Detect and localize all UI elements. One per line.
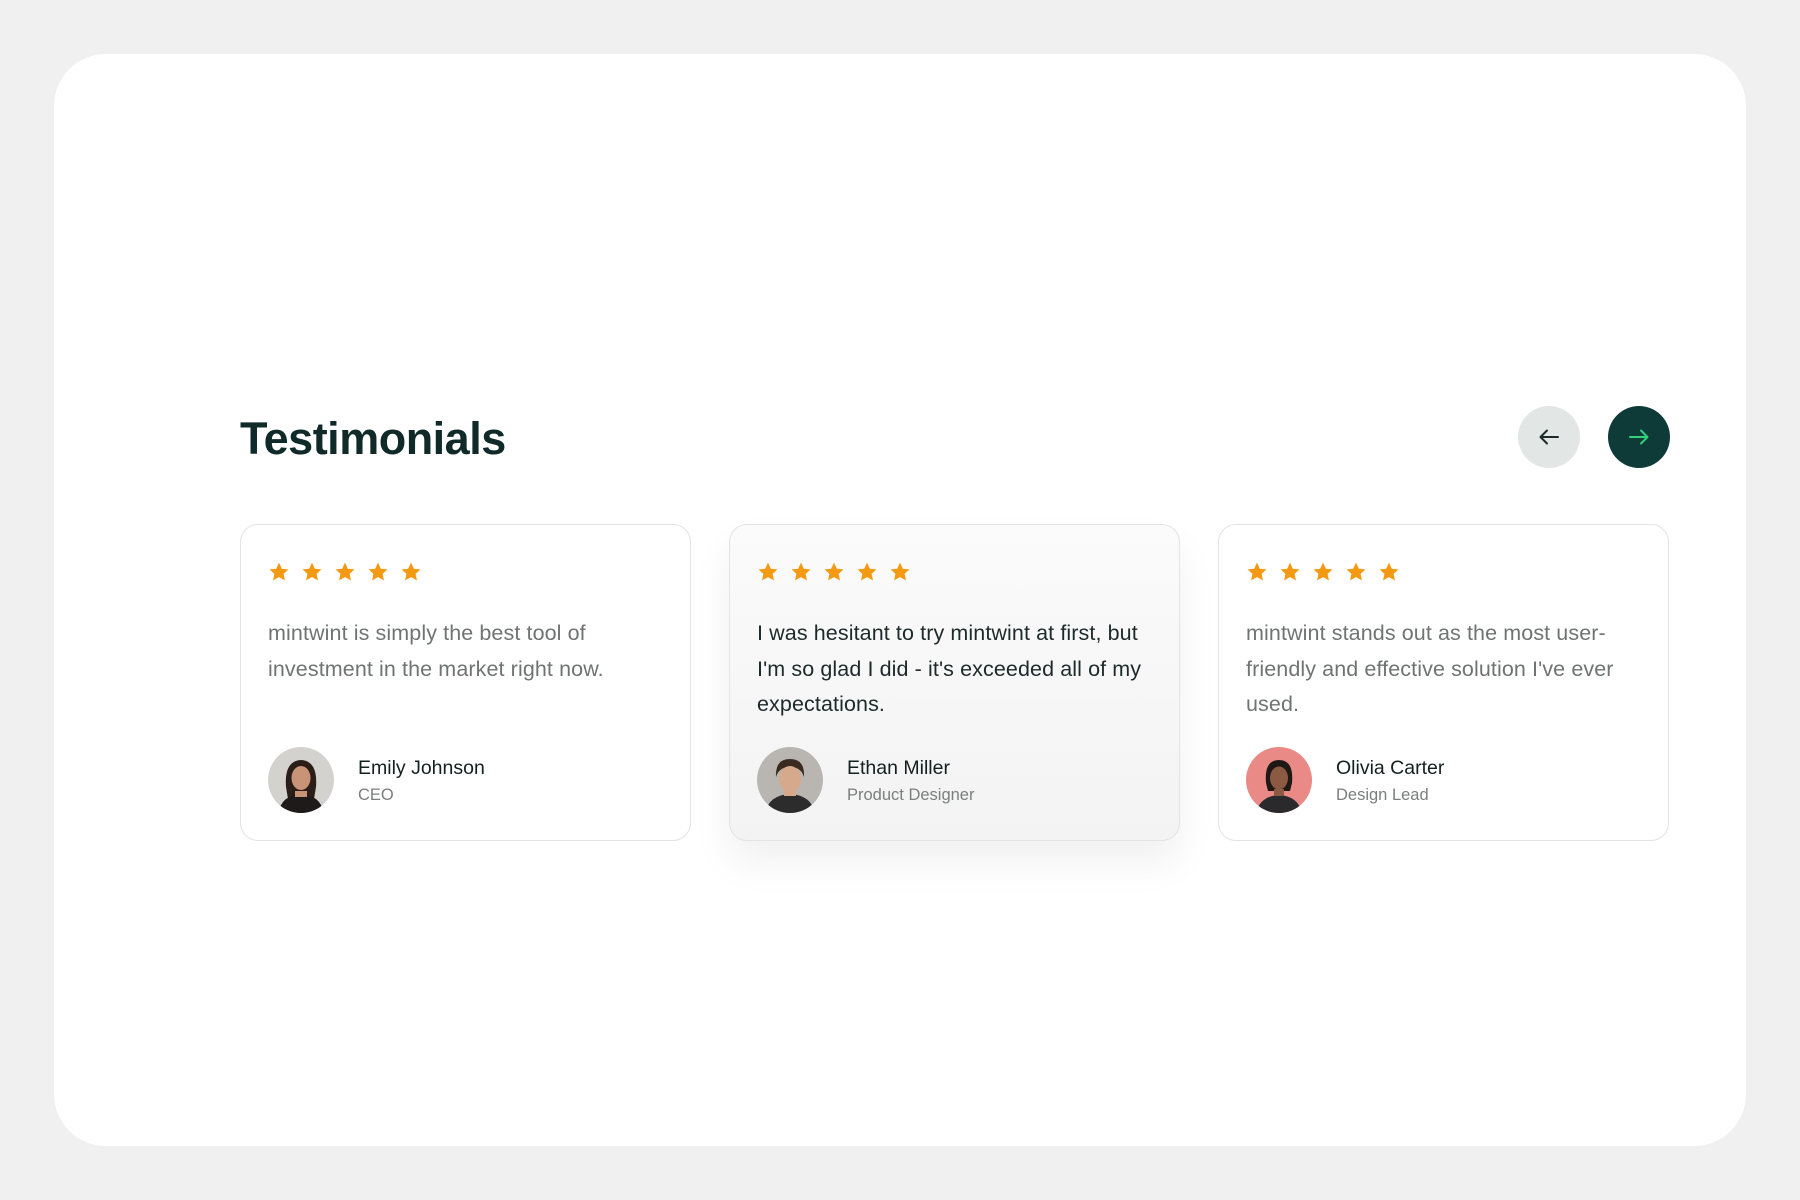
star-rating	[268, 561, 663, 583]
page-frame: Testimonials mintwint is simply the best…	[54, 54, 1746, 1146]
star-icon	[889, 561, 911, 583]
arrow-left-icon	[1539, 429, 1559, 445]
avatar	[757, 747, 823, 813]
testimonial-quote: mintwint stands out as the most user-fri…	[1246, 621, 1614, 716]
testimonial-author: Olivia Carter Design Lead	[1246, 747, 1444, 813]
star-icon	[1378, 561, 1400, 583]
star-icon	[301, 561, 323, 583]
author-name: Emily Johnson	[358, 756, 485, 779]
star-icon	[268, 561, 290, 583]
testimonial-author: Emily Johnson CEO	[268, 747, 485, 813]
star-rating	[1246, 561, 1641, 583]
section-title: Testimonials	[240, 413, 506, 464]
star-icon	[1312, 561, 1334, 583]
avatar	[268, 747, 334, 813]
star-icon	[790, 561, 812, 583]
author-role: Product Designer	[847, 785, 975, 804]
star-icon	[367, 561, 389, 583]
star-icon	[757, 561, 779, 583]
avatar	[1246, 747, 1312, 813]
author-role: CEO	[358, 785, 394, 804]
section-header: Testimonials	[240, 406, 1670, 468]
testimonial-quote: mintwint is simply the best tool of inve…	[268, 621, 604, 681]
star-icon	[334, 561, 356, 583]
testimonials-section: Testimonials mintwint is simply the best…	[240, 406, 1670, 841]
author-role: Design Lead	[1336, 785, 1429, 804]
testimonial-cards: mintwint is simply the best tool of inve…	[240, 524, 1669, 841]
star-icon	[1345, 561, 1367, 583]
star-icon	[1279, 561, 1301, 583]
next-button[interactable]	[1608, 406, 1670, 468]
star-icon	[1246, 561, 1268, 583]
carousel-nav	[1518, 406, 1670, 468]
testimonial-quote: I was hesitant to try mintwint at first,…	[757, 621, 1142, 716]
star-rating	[757, 561, 1152, 583]
author-name: Ethan Miller	[847, 756, 950, 779]
author-name: Olivia Carter	[1336, 756, 1445, 779]
arrow-right-icon	[1629, 429, 1649, 445]
testimonial-author: Ethan Miller Product Designer	[757, 747, 974, 813]
testimonial-card: mintwint stands out as the most user-fri…	[1218, 524, 1669, 841]
star-icon	[400, 561, 422, 583]
star-icon	[823, 561, 845, 583]
testimonial-card: mintwint is simply the best tool of inve…	[240, 524, 691, 841]
testimonial-card-active: I was hesitant to try mintwint at first,…	[729, 524, 1180, 841]
star-icon	[856, 561, 878, 583]
previous-button[interactable]	[1518, 406, 1580, 468]
